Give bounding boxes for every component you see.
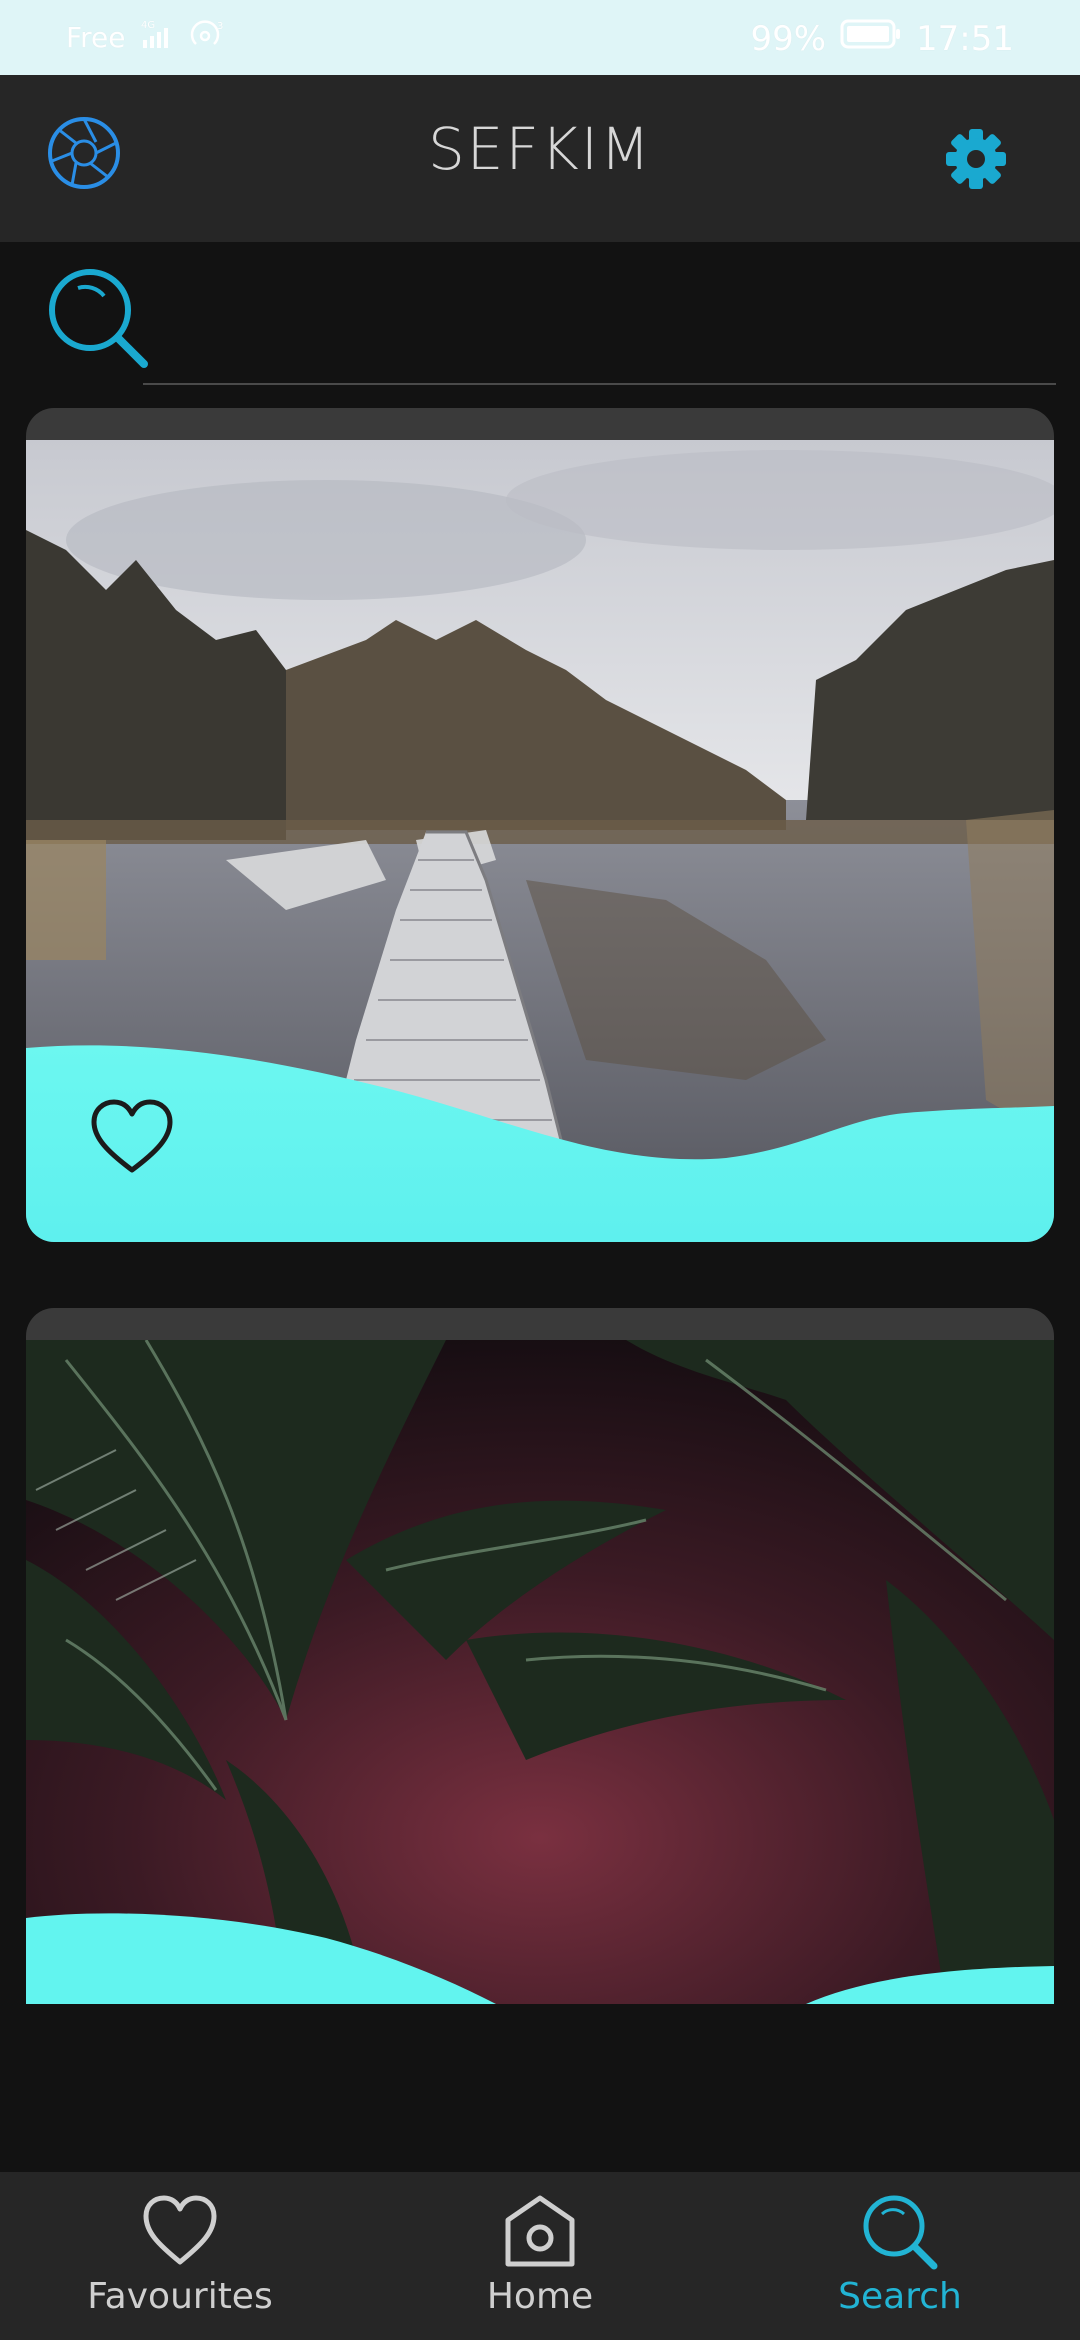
gear-icon[interactable]	[942, 125, 1010, 193]
app-title: SEFKIM	[427, 115, 652, 183]
photo-image[interactable]	[26, 1340, 1054, 2004]
carrier-label: Free	[66, 21, 126, 54]
search-row	[0, 242, 1080, 392]
heart-icon	[140, 2192, 220, 2272]
signal-icon: 4G	[133, 18, 179, 57]
hotspot-icon: 3	[187, 18, 227, 57]
status-bar: Free 4G 3 99% 17:51	[0, 0, 1080, 75]
battery-icon	[840, 18, 902, 59]
home-icon	[500, 2192, 580, 2272]
nav-label-favourites: Favourites	[87, 2276, 273, 2317]
nav-favourites[interactable]: Favourites	[0, 2172, 360, 2340]
nav-home[interactable]: Home	[360, 2172, 720, 2340]
card-wave	[26, 1913, 1054, 2004]
heart-icon[interactable]	[88, 1098, 176, 1178]
bottom-nav: Favourites Home Search	[0, 2172, 1080, 2340]
status-right: 99% 17:51	[750, 18, 1014, 59]
nav-search[interactable]: Search	[720, 2172, 1080, 2340]
app-bar: SEFKIM	[0, 75, 1080, 242]
nav-label-search: Search	[838, 2276, 962, 2317]
card-wave	[26, 1045, 1054, 1242]
photo-card[interactable]	[26, 408, 1054, 1242]
network-type: 4G	[141, 20, 155, 31]
battery-percent: 99%	[750, 18, 827, 59]
search-icon	[860, 2192, 940, 2272]
status-left: Free 4G 3	[66, 18, 227, 57]
nav-label-home: Home	[486, 2276, 594, 2317]
search-input[interactable]	[143, 383, 1056, 385]
photo-card[interactable]	[26, 1308, 1054, 2004]
svg-text:3: 3	[217, 21, 223, 32]
search-icon[interactable]	[46, 266, 150, 370]
clock: 17:51	[916, 18, 1014, 59]
